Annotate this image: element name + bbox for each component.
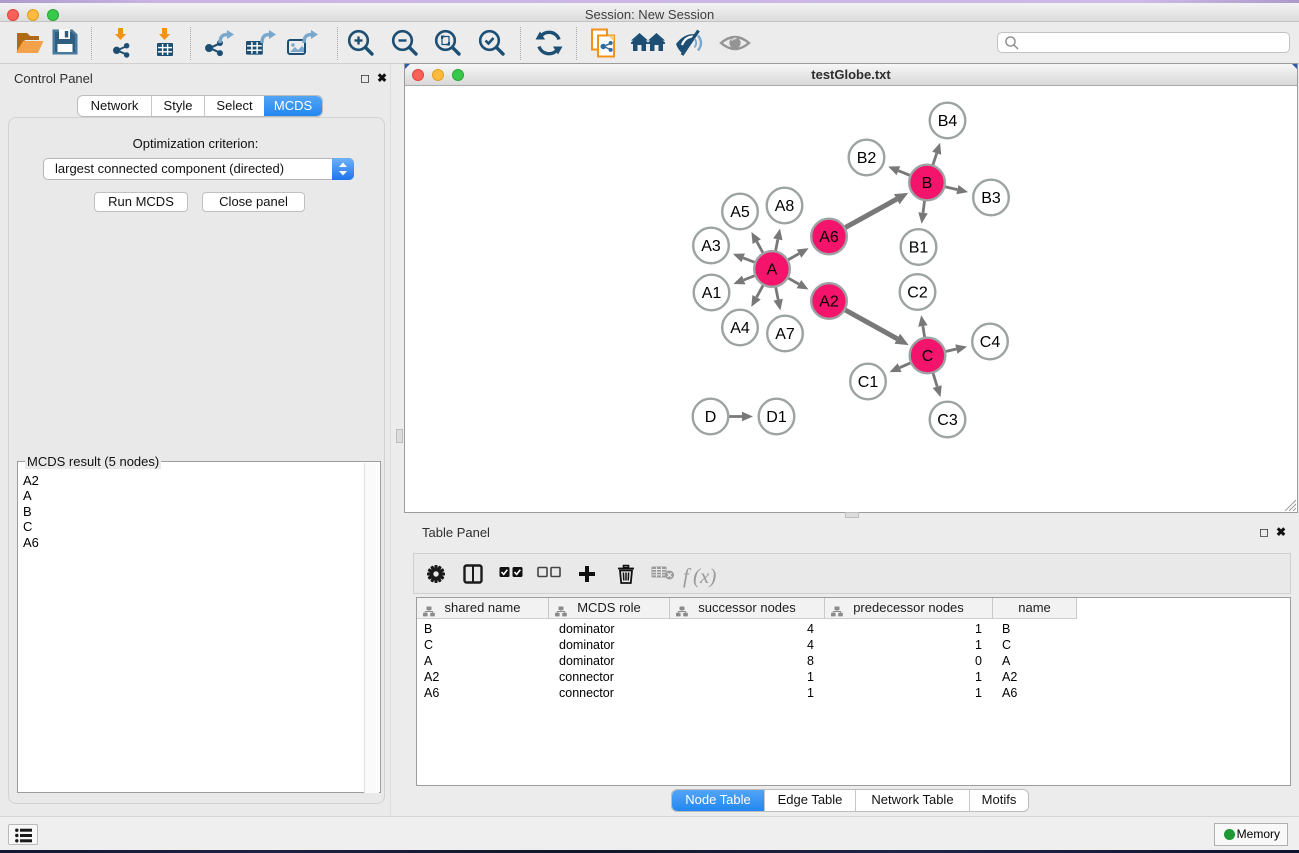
svg-text:D: D: [705, 409, 717, 426]
svg-text:A5: A5: [730, 204, 750, 221]
svg-text:B: B: [922, 175, 933, 192]
svg-text:A1: A1: [702, 285, 722, 302]
svg-text:C4: C4: [980, 334, 1001, 351]
svg-text:C2: C2: [907, 285, 928, 302]
svg-text:A7: A7: [775, 326, 795, 343]
svg-text:A4: A4: [730, 320, 750, 337]
svg-text:C1: C1: [858, 374, 879, 391]
svg-text:A8: A8: [775, 198, 795, 215]
svg-text:B3: B3: [981, 190, 1001, 207]
svg-text:A2: A2: [819, 294, 839, 311]
svg-text:A3: A3: [701, 238, 721, 255]
svg-text:D1: D1: [766, 409, 787, 426]
svg-text:B1: B1: [909, 240, 929, 257]
svg-text:C3: C3: [937, 412, 958, 429]
svg-text:C: C: [922, 348, 934, 365]
svg-text:A: A: [767, 262, 778, 279]
svg-text:A6: A6: [819, 229, 839, 246]
svg-text:B4: B4: [938, 113, 958, 130]
svg-text:B2: B2: [857, 150, 877, 167]
